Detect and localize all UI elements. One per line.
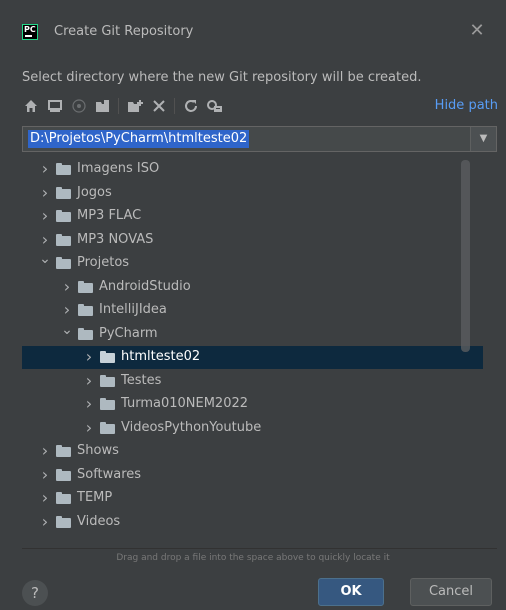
tree-item[interactable]: › Turma010NEM2022 <box>22 393 483 416</box>
desktop-icon[interactable] <box>46 96 64 116</box>
tree-item-label: MP3 FLAC <box>77 208 142 223</box>
tree-item[interactable]: › Jogos <box>22 182 483 205</box>
directory-tree[interactable]: › Imagens ISO › Jogos › MP3 FLAC › MP3 NOVAS ⌄ Pr… <box>22 156 497 549</box>
tree-item[interactable]: › MP3 NOVAS <box>22 229 483 252</box>
tree-item-label: VideosPythonYoutube <box>121 419 262 435</box>
toolbar-separator <box>174 98 175 114</box>
tree-item[interactable]: › Imagens ISO <box>22 158 483 181</box>
tree-item-label: Projetos <box>77 255 130 270</box>
tree-item[interactable]: ⌄ Projetos <box>22 251 483 275</box>
pycharm-logo-icon: PC <box>22 24 38 40</box>
title-bar: PC Create Git Repository ✕ <box>0 0 506 56</box>
chevron-right-icon[interactable]: › <box>60 302 74 318</box>
chevron-right-icon[interactable]: › <box>38 466 52 483</box>
tree-item[interactable]: › TEMP <box>22 487 483 510</box>
chevron-right-icon[interactable]: › <box>38 184 52 201</box>
folder-icon <box>56 186 71 199</box>
folder-icon <box>78 280 93 293</box>
chevron-right-icon[interactable]: › <box>38 490 52 506</box>
folder-icon <box>56 445 71 457</box>
tree-item-label: TEMP <box>77 490 113 505</box>
tree-item[interactable]: ⌄ PyCharm <box>22 322 483 346</box>
folder-icon <box>78 304 93 316</box>
tree-item-label: IntelliJIdea <box>99 302 167 317</box>
close-button[interactable]: ✕ <box>468 22 486 40</box>
tree-item-label: Testes <box>121 372 162 388</box>
tree-item-label: PyCharm <box>99 325 158 341</box>
chevron-right-icon[interactable]: › <box>38 513 52 530</box>
tree-item[interactable]: › IntelliJIdea <box>22 299 483 322</box>
cancel-button[interactable]: Cancel <box>410 578 492 606</box>
tree-item[interactable]: › AndroidStudio <box>22 276 483 299</box>
chevron-right-icon[interactable]: › <box>38 161 52 177</box>
toolbar-separator <box>118 98 119 114</box>
tree-item[interactable]: › Shows <box>22 440 483 463</box>
path-input-value[interactable]: D:\Projetos\PyCharm\htmlteste02 <box>28 130 250 148</box>
tree-item-label: Imagens ISO <box>77 161 160 176</box>
folder-icon <box>78 327 93 340</box>
folder-icon <box>56 233 71 246</box>
folder-icon <box>56 163 71 175</box>
help-button[interactable]: ? <box>22 580 48 606</box>
tree-item-label: htmlteste02 <box>121 349 201 364</box>
chevron-right-icon[interactable]: › <box>38 443 52 459</box>
tree-item-label: Shows <box>77 443 119 458</box>
chevron-down-icon[interactable]: ⌄ <box>60 322 74 338</box>
tree-item-label: Softwares <box>77 466 142 482</box>
tree-item-label: MP3 NOVAS <box>77 231 154 247</box>
delete-icon[interactable] <box>150 96 168 116</box>
path-input[interactable]: D:\Projetos\PyCharm\htmlteste02 ▼ <box>22 126 497 152</box>
hide-path-link[interactable]: Hide path <box>435 98 498 113</box>
tree-item[interactable]: › htmlteste02 <box>22 346 483 369</box>
chevron-right-icon[interactable]: › <box>38 231 52 248</box>
tree-item[interactable]: › Videos <box>22 511 483 534</box>
tree-item[interactable]: › Testes <box>22 370 483 393</box>
home-icon[interactable] <box>22 96 40 116</box>
tree-item[interactable]: › VideosPythonYoutube <box>22 417 483 440</box>
folder-icon <box>56 492 71 504</box>
tree-item[interactable]: › Softwares <box>22 464 483 487</box>
chevron-right-icon[interactable]: › <box>82 396 96 412</box>
file-chooser-toolbar: Hide path <box>22 96 498 120</box>
new-folder-icon[interactable] <box>126 96 144 116</box>
tree-item[interactable]: › MP3 FLAC <box>22 205 483 228</box>
folder-icon <box>56 515 71 528</box>
refresh-icon[interactable] <box>182 96 200 116</box>
chevron-down-icon[interactable]: ⌄ <box>38 251 52 267</box>
folder-icon <box>100 351 115 363</box>
chevron-right-icon[interactable]: › <box>82 419 96 436</box>
chevron-right-icon[interactable]: › <box>82 349 96 365</box>
path-dropdown-button[interactable]: ▼ <box>470 127 496 151</box>
folder-icon <box>56 468 71 481</box>
folder-icon <box>100 374 115 387</box>
dialog-description: Select directory where the new Git repos… <box>22 70 422 85</box>
tree-item-label: AndroidStudio <box>99 278 191 294</box>
tree-item-label: Turma010NEM2022 <box>121 396 249 411</box>
tree-scrollbar-thumb[interactable] <box>461 160 470 352</box>
folder-icon <box>100 421 115 434</box>
ok-button[interactable]: OK <box>318 578 384 606</box>
show-hidden-icon[interactable] <box>206 96 224 116</box>
drag-drop-hint: Drag and drop a file into the space abov… <box>116 553 390 563</box>
module-icon[interactable] <box>94 96 112 116</box>
tree-item-label: Videos <box>77 513 121 529</box>
tree-item-label: Jogos <box>77 184 112 200</box>
folder-icon <box>56 257 71 269</box>
dialog-title: Create Git Repository <box>54 24 194 39</box>
chevron-right-icon[interactable]: › <box>38 208 52 224</box>
project-icon[interactable] <box>70 96 88 116</box>
folder-icon <box>56 210 71 222</box>
chevron-right-icon[interactable]: › <box>60 278 74 295</box>
chevron-right-icon[interactable]: › <box>82 372 96 389</box>
folder-icon <box>100 398 115 410</box>
